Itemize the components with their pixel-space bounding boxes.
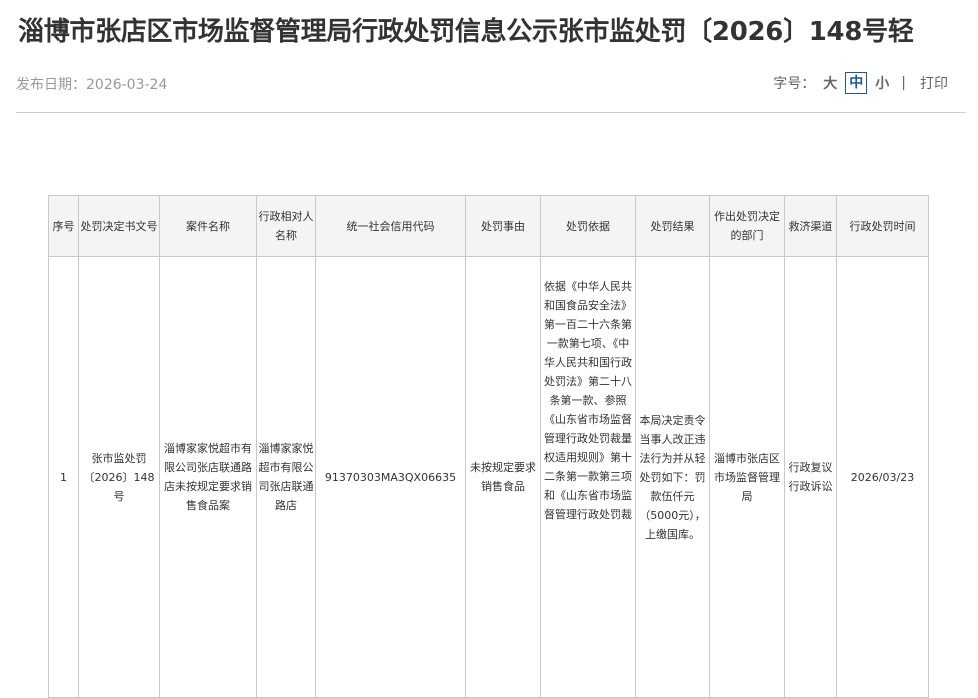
page-title: 淄博市张店区市场监督管理局行政处罚信息公示张市监处罚〔2026〕148号轻 [18, 17, 914, 47]
col-header-credit-code: 统一社会信用代码 [315, 195, 466, 257]
col-header-dept: 作出处罚决定的部门 [709, 195, 785, 257]
cell-no: 1 [48, 256, 79, 698]
tools-separator: | [901, 75, 906, 91]
col-header-basis: 处罚依据 [540, 195, 636, 257]
col-header-party: 行政相对人名称 [256, 195, 316, 257]
header-divider [16, 112, 966, 113]
cell-dept: 淄博市张店区市场监督管理局 [709, 256, 785, 698]
table-header-row: 序号 处罚决定书文号 案件名称 行政相对人名称 统一社会信用代码 处罚事由 处罚… [48, 195, 929, 257]
col-header-result: 处罚结果 [635, 195, 710, 257]
cell-result: 本局决定责令当事人改正违法行为并从轻处罚如下：罚款伍仟元（5000元），上缴国库… [635, 256, 710, 698]
penalty-table: 序号 处罚决定书文号 案件名称 行政相对人名称 统一社会信用代码 处罚事由 处罚… [48, 195, 929, 698]
font-size-small-button[interactable]: 小 [875, 73, 889, 93]
col-header-date: 行政处罚时间 [836, 195, 929, 257]
cell-credit-code: 91370303MA3QX06635 [315, 256, 466, 698]
cell-reason: 未按规定要求销售食品 [465, 256, 541, 698]
publish-date: 发布日期：2026-03-24 [16, 77, 168, 93]
font-size-label: 字号： [773, 76, 816, 92]
cell-doc-no: 张市监处罚〔2026〕148号 [78, 256, 160, 698]
table-row: 1 张市监处罚〔2026〕148号 淄博家家悦超市有限公司张店联通路店未按规定要… [48, 256, 929, 698]
font-size-medium-button[interactable]: 中 [845, 72, 868, 94]
cell-date: 2026/03/23 [836, 256, 929, 698]
cell-party: 淄博家家悦超市有限公司张店联通路店 [256, 256, 316, 698]
cell-basis: 依据《中华人民共和国食品安全法》第一百二十六条第一款第七项、《中华人民共和国行政… [540, 256, 636, 698]
print-button[interactable]: 打印 [920, 73, 948, 93]
col-header-no: 序号 [48, 195, 79, 257]
article-meta: 发布日期：2026-03-24 字号： 大 中 小 | 打印 [16, 72, 966, 96]
col-header-remedy: 救济渠道 [784, 195, 837, 257]
font-size-large-button[interactable]: 大 [823, 73, 837, 93]
col-header-case-name: 案件名称 [159, 195, 257, 257]
col-header-reason: 处罚事由 [465, 195, 541, 257]
cell-remedy: 行政复议 行政诉讼 [784, 256, 837, 698]
article-tools: 字号： 大 中 小 | 打印 [773, 72, 948, 94]
cell-case-name: 淄博家家悦超市有限公司张店联通路店未按规定要求销售食品案 [159, 256, 257, 698]
col-header-doc-no: 处罚决定书文号 [78, 195, 160, 257]
